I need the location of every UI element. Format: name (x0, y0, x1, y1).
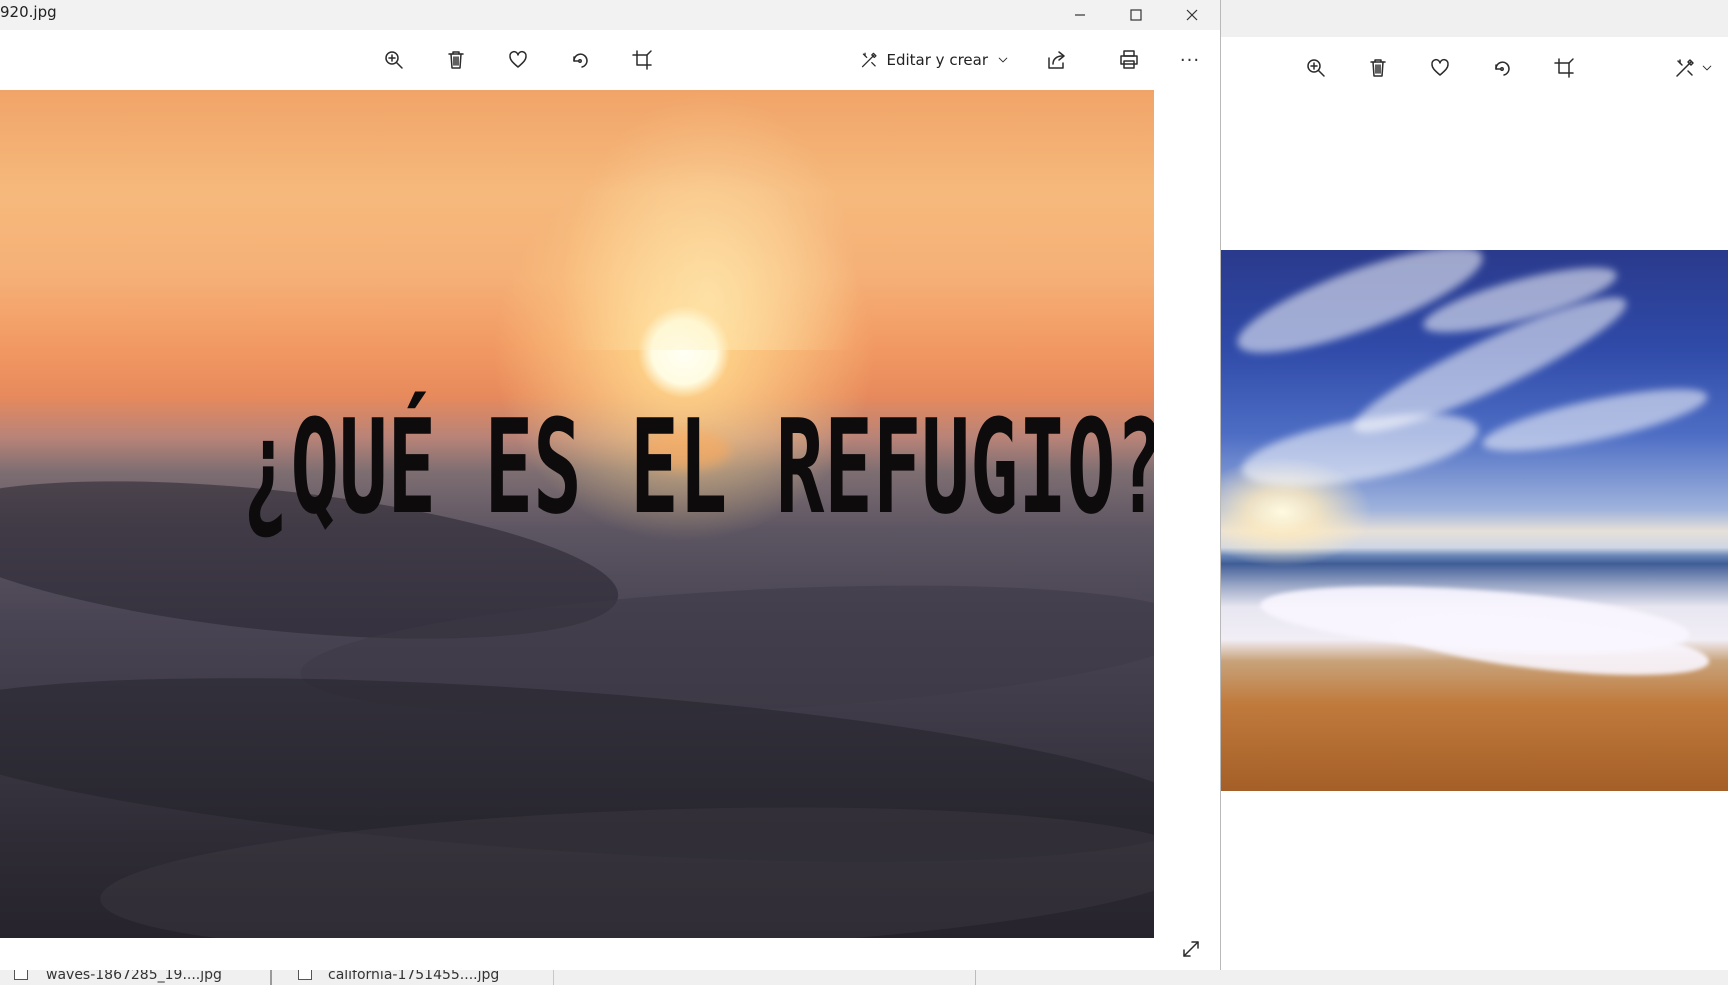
more-options-button[interactable]: ··· (1173, 44, 1207, 76)
photos-app-window[interactable]: 920.jpg Editar y crear ··· ¿QUÉ ES EL RE… (0, 0, 1220, 970)
delete-button[interactable] (1363, 53, 1393, 83)
maximize-button[interactable] (1108, 0, 1164, 30)
favorite-button[interactable] (1425, 53, 1455, 83)
divider (975, 970, 976, 985)
zoom-in-icon (1307, 59, 1325, 77)
crop-button[interactable] (1549, 53, 1579, 83)
minimize-button[interactable] (1052, 0, 1108, 30)
share-button[interactable] (1041, 44, 1073, 76)
taskbar-strip: waves-1867285_19....jpg california-17514… (0, 970, 1728, 985)
secondary-toolbar (1220, 37, 1728, 97)
secondary-titlebar[interactable] (1220, 0, 1728, 37)
rotate-button[interactable] (1487, 53, 1517, 83)
minimize-icon (1075, 14, 1085, 16)
taskbar-item[interactable]: waves-1867285_19....jpg (0, 970, 272, 985)
beach-photo (1220, 250, 1728, 791)
maximize-icon (1130, 9, 1142, 21)
sun-glow (560, 90, 860, 350)
trash-icon (1370, 59, 1386, 77)
close-icon (1186, 9, 1198, 21)
checkbox[interactable] (298, 970, 312, 980)
fullscreen-button[interactable] (1176, 934, 1206, 964)
print-button[interactable] (1113, 44, 1145, 76)
photo-headline: ¿QUÉ ES EL REFUGIO? (242, 391, 1154, 543)
taskbar-item-label: waves-1867285_19....jpg (46, 970, 222, 983)
rotate-icon (1495, 61, 1510, 76)
edit-create-icon (1676, 59, 1694, 77)
expand-icon (1183, 941, 1199, 957)
rotate-button[interactable] (564, 44, 596, 76)
favorite-button[interactable] (502, 44, 534, 76)
chevron-down-icon (1702, 65, 1712, 71)
edit-create-label: Editar y crear (886, 51, 989, 69)
trash-icon (448, 51, 464, 69)
zoom-button[interactable] (378, 44, 410, 76)
print-icon (1120, 50, 1138, 69)
edit-create-icon (861, 52, 877, 68)
rotate-icon (573, 53, 588, 68)
close-button[interactable] (1164, 0, 1220, 30)
chevron-down-button[interactable] (1698, 53, 1716, 83)
window-titlebar[interactable]: 920.jpg (0, 0, 1220, 30)
window-title: 920.jpg (0, 3, 57, 21)
delete-button[interactable] (440, 44, 472, 76)
edit-create-button[interactable]: Editar y crear (860, 44, 1010, 76)
taskbar-item[interactable]: california-1751455....jpg (282, 970, 554, 985)
taskbar-item-label: california-1751455....jpg (328, 970, 500, 983)
secondary-photos-window[interactable] (1220, 0, 1728, 970)
chevron-down-icon (998, 57, 1008, 63)
crop-icon (632, 50, 652, 70)
edit-create-button[interactable] (1670, 53, 1700, 83)
ocean-sunset-photo: ¿QUÉ ES EL REFUGIO? (0, 90, 1154, 938)
photo-toolbar: Editar y crear ··· (0, 30, 1220, 88)
share-icon (1048, 51, 1065, 69)
crop-icon (1554, 58, 1574, 78)
crop-button[interactable] (626, 44, 658, 76)
heart-icon (1431, 59, 1449, 76)
cloud (1478, 376, 1712, 464)
heart-icon (509, 51, 527, 68)
zoom-in-icon (385, 51, 403, 69)
checkbox[interactable] (14, 970, 28, 980)
zoom-button[interactable] (1301, 53, 1331, 83)
chevron-down[interactable] (996, 53, 1010, 67)
